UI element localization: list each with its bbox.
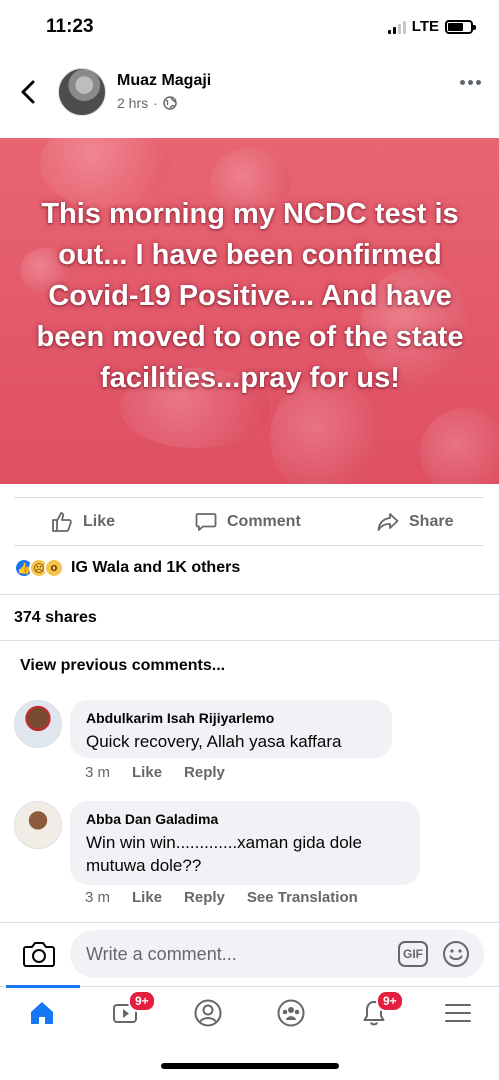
nav-groups[interactable]	[273, 996, 309, 1030]
nav-home[interactable]	[24, 996, 60, 1030]
comment-time: 3 m	[85, 889, 111, 906]
author-avatar[interactable]	[58, 68, 106, 116]
comment-reply-button[interactable]: Reply	[184, 889, 225, 906]
comment-time: 3 m	[85, 764, 111, 781]
post-action-bar: Like Comment Share	[0, 500, 499, 544]
globe-icon	[163, 96, 177, 110]
comment-text: Quick recovery, Allah yasa kaffara	[86, 732, 342, 751]
home-icon	[31, 1002, 53, 1024]
battery-icon	[445, 19, 476, 34]
menu-icon	[445, 1004, 471, 1022]
divider	[0, 640, 499, 641]
post-banner[interactable]: This morning my NCDC test is out... I ha…	[0, 138, 499, 484]
wow-icon: o	[44, 558, 64, 578]
network-label: LTE	[411, 18, 439, 35]
nav-profile[interactable]	[190, 996, 226, 1030]
comment-actions: 3 m Like Reply	[85, 764, 225, 781]
comment-bubble[interactable]: Abdulkarim Isah Rijiyarlemo Quick recove…	[70, 700, 392, 758]
more-options-icon[interactable]	[460, 80, 481, 85]
comment-like-button[interactable]: Like	[132, 889, 162, 906]
meta-separator: ·	[153, 95, 158, 111]
active-tab-indicator	[6, 985, 80, 988]
status-time: 11:23	[46, 16, 94, 37]
signal-icon	[387, 20, 406, 34]
comment-bubble[interactable]: Abba Dan Galadima Win win win...........…	[70, 801, 420, 885]
back-arrow-icon[interactable]	[18, 78, 40, 106]
author-name[interactable]: Muaz Magaji	[117, 72, 211, 90]
post-text: This morning my NCDC test is out... I ha…	[36, 198, 464, 394]
comment-actions: 3 m Like Reply See Translation	[85, 889, 358, 906]
post-header: Muaz Magaji 2 hrs ·	[0, 62, 499, 122]
profile-icon	[194, 999, 222, 1027]
reactions-summary[interactable]: 👍 ☹ o IG Wala and 1K others	[14, 558, 240, 578]
home-indicator	[161, 1063, 339, 1069]
commenter-name[interactable]: Abdulkarim Isah Rijiyarlemo	[86, 710, 376, 726]
shares-count[interactable]: 374 shares	[14, 609, 97, 627]
nav-menu[interactable]	[440, 996, 476, 1030]
like-label: Like	[83, 513, 116, 530]
notifications-badge: 9+	[376, 990, 404, 1012]
emoji-icon[interactable]	[442, 940, 470, 968]
divider	[0, 922, 499, 923]
comment-label: Comment	[227, 513, 301, 530]
thumbs-up-icon	[52, 512, 72, 532]
share-button[interactable]: Share	[376, 510, 453, 534]
groups-icon	[277, 999, 305, 1027]
divider	[0, 594, 499, 595]
commenter-avatar[interactable]	[14, 801, 62, 849]
comment-bubble-icon	[195, 513, 217, 531]
nav-watch[interactable]: 9+	[108, 990, 156, 1030]
post-meta: 2 hrs ·	[117, 95, 177, 111]
status-bar: 11:23 LTE	[0, 0, 499, 54]
reactions-text: IG Wala and 1K others	[71, 559, 241, 576]
divider	[14, 497, 484, 498]
nav-notifications[interactable]: 9+	[356, 990, 404, 1030]
see-translation-link[interactable]: See Translation	[247, 889, 358, 906]
heart-decoration	[420, 408, 499, 484]
comment-like-button[interactable]: Like	[132, 764, 162, 781]
commenter-name[interactable]: Abba Dan Galadima	[86, 811, 404, 827]
comment-text: Win win win.............xaman gida dole …	[86, 833, 362, 875]
camera-icon[interactable]	[22, 939, 56, 969]
commenter-avatar[interactable]	[14, 700, 62, 748]
post-time: 2 hrs	[117, 95, 149, 111]
reaction-icons: 👍 ☹ o	[14, 558, 64, 578]
status-indicators: LTE	[387, 18, 476, 35]
share-label: Share	[409, 513, 454, 530]
comment-reply-button[interactable]: Reply	[184, 764, 225, 781]
share-arrow-icon	[377, 513, 399, 531]
watch-badge: 9+	[128, 990, 156, 1012]
view-previous-comments[interactable]: View previous comments...	[20, 657, 225, 675]
like-button[interactable]: Like	[50, 510, 115, 534]
divider	[14, 545, 484, 546]
gif-icon[interactable]: GIF	[398, 941, 428, 967]
